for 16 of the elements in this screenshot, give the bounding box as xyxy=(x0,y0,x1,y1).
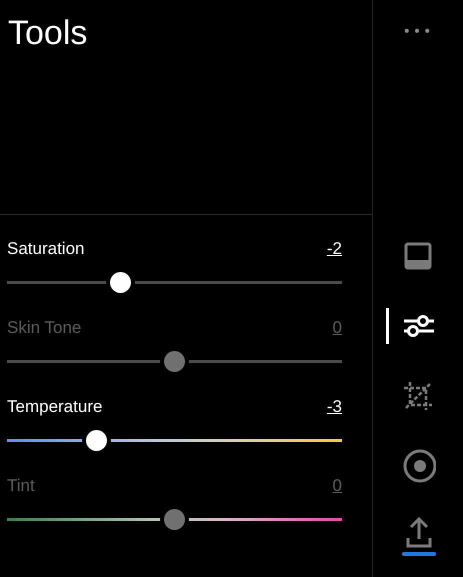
slider-label: Tint xyxy=(7,476,35,496)
slider-track[interactable] xyxy=(7,272,342,293)
slider-thumb[interactable] xyxy=(86,430,108,451)
slider-value[interactable]: -2 xyxy=(326,239,342,259)
panel-title: Tools xyxy=(0,0,372,215)
upload-icon[interactable] xyxy=(402,516,436,556)
slider-label: Skin Tone xyxy=(7,318,82,338)
slider-thumb[interactable] xyxy=(110,272,131,293)
more-button[interactable]: ••• xyxy=(402,24,434,40)
slider-value[interactable]: -3 xyxy=(326,397,342,417)
slider-track[interactable] xyxy=(7,430,342,451)
slider-track[interactable] xyxy=(7,351,342,372)
slider-label: Saturation xyxy=(7,239,84,259)
slider-track[interactable] xyxy=(7,509,342,530)
slider-label: Temperature xyxy=(7,397,102,417)
target-icon[interactable] xyxy=(402,448,436,484)
